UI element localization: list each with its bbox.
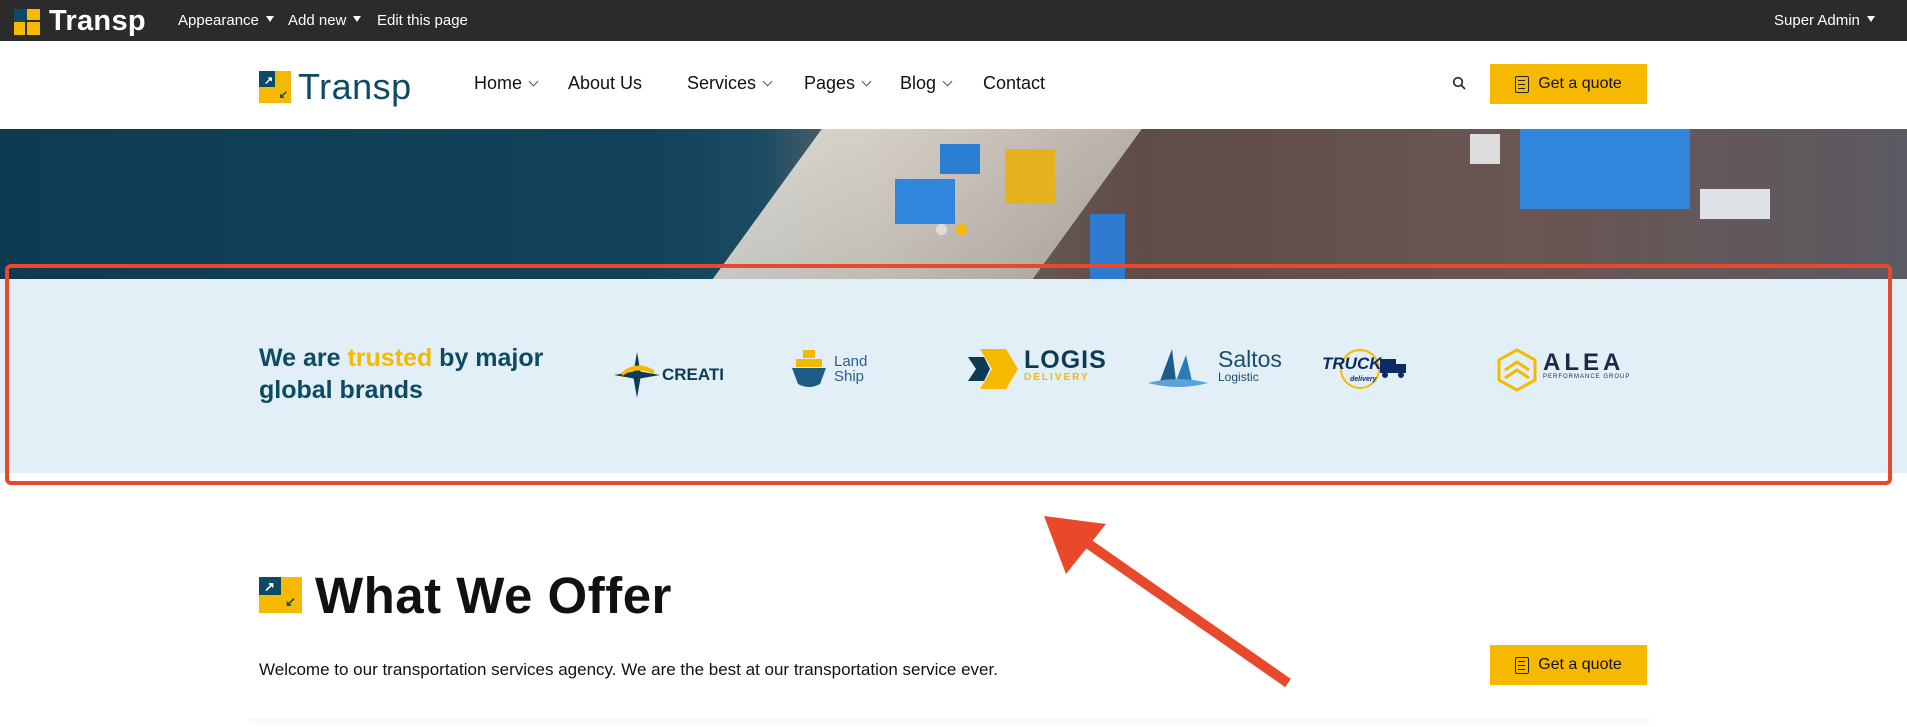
site-logo-text: Transp: [298, 66, 412, 107]
section-description: Welcome to our transportation services a…: [259, 660, 998, 679]
admin-logo[interactable]: Transp: [14, 5, 146, 38]
caret-down-icon: [353, 16, 362, 22]
slider-dots: [936, 224, 967, 235]
card-top-edge: [250, 718, 1650, 727]
slider-dot[interactable]: [936, 224, 947, 235]
highlight-box: [5, 264, 1892, 485]
nav-pages[interactable]: Pages: [804, 73, 872, 94]
section-title: What We Offer: [315, 567, 672, 624]
nav-home[interactable]: Home: [474, 73, 539, 94]
admin-menu-edit-page[interactable]: Edit this page: [377, 12, 468, 29]
clipboard-icon: [1515, 75, 1530, 93]
caret-down-icon: [265, 16, 274, 22]
nav-contact[interactable]: Contact: [983, 73, 1045, 94]
caret-down-icon: [1866, 16, 1875, 22]
arrow-annotation-icon: [1044, 516, 1291, 688]
nav-services[interactable]: Services: [687, 73, 773, 94]
logo-mark-icon: [14, 8, 40, 35]
slider-dot-active[interactable]: [956, 224, 967, 235]
nav-blog[interactable]: Blog: [900, 73, 953, 94]
admin-menu-add-new[interactable]: Add new: [288, 12, 362, 29]
hero-image: [0, 129, 1907, 279]
chevron-down-icon: [942, 76, 953, 87]
chevron-down-icon: [762, 76, 773, 87]
admin-menu-appearance[interactable]: Appearance: [178, 12, 274, 29]
admin-user-menu[interactable]: Super Admin: [1774, 12, 1875, 29]
admin-bar: Transp Appearance Add new Edit this page…: [0, 0, 1907, 41]
nav-about-us[interactable]: About Us: [568, 73, 642, 94]
offer-quote-button[interactable]: Get a quote: [1490, 645, 1647, 685]
section-mark-icon: ↗ ↙: [259, 577, 302, 613]
search-icon[interactable]: [1452, 76, 1466, 90]
chevron-down-icon: [861, 76, 872, 87]
clipboard-icon: [1515, 656, 1530, 674]
admin-logo-text: Transp: [49, 5, 146, 37]
logo-mark-icon: ↗ ↙: [259, 71, 291, 103]
header-quote-button[interactable]: Get a quote: [1490, 64, 1647, 104]
site-logo[interactable]: ↗ ↙ Transp: [259, 66, 412, 108]
chevron-down-icon: [528, 76, 539, 87]
